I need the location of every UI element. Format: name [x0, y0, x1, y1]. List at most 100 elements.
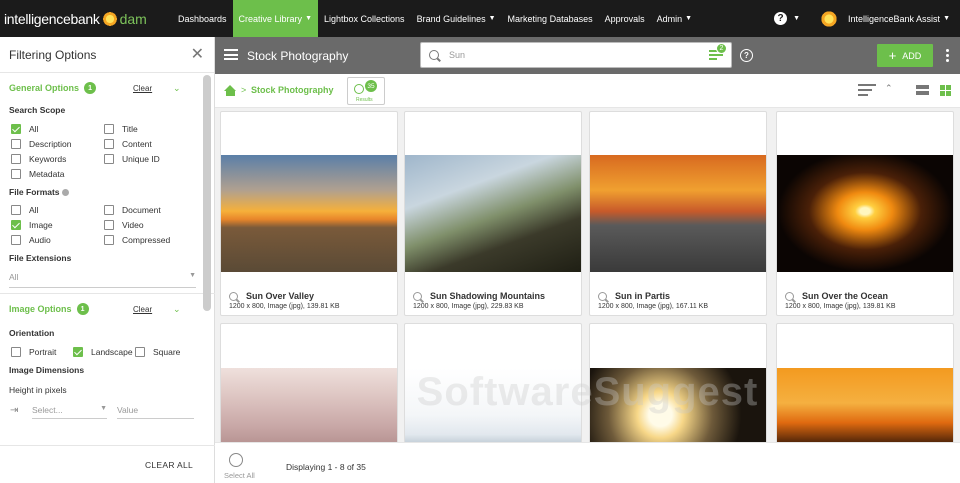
format-document-checkbox[interactable]: Document — [104, 204, 161, 215]
height-operator-select[interactable]: Select... ▼ — [32, 405, 107, 419]
clear-all-button[interactable]: CLEAR ALL — [145, 460, 193, 470]
add-label: ADD — [902, 50, 922, 61]
zoom-icon[interactable] — [413, 291, 422, 301]
sun-logo-icon — [98, 7, 121, 30]
scope-unique-id-checkbox[interactable]: Unique ID — [104, 153, 160, 164]
scope-title-checkbox[interactable]: Title — [104, 123, 138, 134]
select-all-radio[interactable] — [229, 453, 243, 467]
home-icon[interactable] — [224, 85, 237, 96]
more-vertical-icon[interactable] — [946, 49, 949, 63]
nav-right: ? ▼ IntelligenceBank Assist ▼ — [774, 0, 960, 37]
caret-down-icon: ▼ — [488, 15, 496, 22]
checkbox-icon — [104, 204, 114, 215]
help-icon[interactable]: ? — [774, 12, 788, 25]
search-results-icon — [354, 84, 364, 94]
asset-title-row: Sun in Partis — [598, 291, 670, 301]
grid-footer: Select All Displaying 1 - 8 of 35 — [215, 442, 960, 483]
filter-sidebar: Filtering Options ✕ General Options 1 Cl… — [0, 37, 215, 483]
scope-metadata-checkbox[interactable]: Metadata — [11, 168, 64, 179]
scope-row-3: Keywords Unique ID — [0, 151, 215, 166]
asset-card[interactable]: Sun Over the Ocean 1200 x 800, Image (jp… — [776, 111, 954, 316]
orientation-landscape-checkbox[interactable]: Landscape — [73, 346, 133, 357]
zoom-icon[interactable] — [598, 291, 607, 301]
scope-keywords-checkbox[interactable]: Keywords — [11, 153, 66, 164]
format-row-3: Audio Compressed — [0, 232, 215, 247]
sidebar-scrollbar[interactable] — [203, 75, 211, 311]
height-value-input[interactable]: Value — [117, 405, 194, 419]
nav-creative-library[interactable]: Creative Library ▼ — [232, 0, 318, 37]
chevron-up-icon[interactable]: ⌃ — [885, 83, 893, 94]
file-extensions-label: File Extensions — [9, 253, 72, 263]
asset-thumbnail[interactable] — [777, 155, 953, 272]
grid-view-icon[interactable] — [940, 85, 951, 96]
format-all-checkbox[interactable]: All — [11, 204, 38, 215]
scope-content-checkbox[interactable]: Content — [104, 138, 152, 149]
scope-description-checkbox[interactable]: Description — [11, 138, 72, 149]
checkbox-checked-icon — [11, 219, 21, 230]
add-button[interactable]: + ADD — [877, 44, 933, 67]
nav-approvals[interactable]: Approvals — [599, 0, 651, 37]
nav-lightbox-collections[interactable]: Lightbox Collections — [318, 0, 411, 37]
close-icon[interactable]: ✕ — [191, 46, 204, 63]
format-audio-checkbox[interactable]: Audio — [11, 234, 51, 245]
format-image-checkbox[interactable]: Image — [11, 219, 53, 230]
sidebar-header: Filtering Options ✕ — [0, 37, 214, 73]
nav-brand-guidelines[interactable]: Brand Guidelines ▼ — [411, 0, 502, 37]
asset-title[interactable]: Sun Shadowing Mountains — [430, 291, 545, 301]
nav-label: Brand Guidelines — [416, 13, 486, 24]
asset-card[interactable]: Sun Shadowing Mountains 1200 x 800, Imag… — [404, 111, 582, 316]
checkbox-icon — [135, 346, 145, 357]
sidebar-scroll-area[interactable]: General Options 1 Clear ⌄ Search Scope A… — [0, 73, 215, 445]
chevron-down-icon[interactable]: ⌄ — [173, 83, 181, 94]
scope-all-checkbox[interactable]: All — [11, 123, 38, 134]
user-name[interactable]: IntelligenceBank Assist — [848, 14, 940, 24]
checkbox-label: Description — [29, 138, 72, 149]
asset-title[interactable]: Sun Over Valley — [246, 291, 314, 301]
brand-word-2: dam — [119, 10, 147, 27]
breadcrumb-bar: > Stock Photography 35 Results ⌃ — [215, 74, 960, 108]
asset-title[interactable]: Sun Over the Ocean — [802, 291, 888, 301]
breadcrumb-current[interactable]: Stock Photography — [251, 85, 334, 95]
nav-admin[interactable]: Admin ▼ — [651, 0, 698, 37]
zoom-icon[interactable] — [785, 291, 794, 301]
file-extensions-select[interactable]: All ▼ — [9, 272, 196, 288]
asset-card[interactable]: Sun Over Valley 1200 x 800, Image (jpg),… — [220, 111, 398, 316]
search-results-button[interactable]: 35 Results — [347, 77, 385, 105]
nav-marketing-databases[interactable]: Marketing Databases — [502, 0, 599, 37]
checkbox-label: Portrait — [29, 346, 57, 357]
sort-icon[interactable] — [858, 84, 876, 98]
help-caret-down-icon[interactable]: ▼ — [793, 15, 800, 22]
orientation-row: Portrait Landscape Square — [0, 344, 215, 359]
asset-thumbnail[interactable] — [221, 155, 397, 272]
checkbox-label: Compressed — [122, 234, 171, 245]
asset-title[interactable]: Sun in Partis — [615, 291, 670, 301]
arrow-right-icon: ⇥ — [10, 405, 19, 416]
checkbox-label: Video — [122, 219, 144, 230]
nav-dashboards[interactable]: Dashboards — [172, 0, 233, 37]
brand-logo[interactable]: intelligencebank dam — [0, 0, 172, 37]
asset-thumbnail[interactable] — [405, 155, 581, 272]
help-circle-icon[interactable]: ? — [740, 49, 753, 62]
info-icon[interactable] — [61, 189, 69, 197]
orientation-portrait-checkbox[interactable]: Portrait — [11, 346, 57, 357]
select-all-label[interactable]: Select All — [224, 471, 255, 480]
general-clear-link[interactable]: Clear — [133, 84, 152, 93]
asset-thumbnail[interactable] — [590, 155, 766, 272]
general-options-header[interactable]: General Options 1 Clear ⌄ — [0, 73, 215, 103]
user-avatar[interactable] — [820, 9, 838, 28]
image-clear-link[interactable]: Clear — [133, 305, 152, 314]
zoom-icon[interactable] — [229, 291, 238, 301]
chevron-down-icon[interactable]: ⌄ — [173, 304, 181, 315]
search-input[interactable] — [449, 50, 699, 60]
height-label: Height in pixels — [9, 385, 67, 395]
format-compressed-checkbox[interactable]: Compressed — [104, 234, 171, 245]
checkbox-icon — [11, 153, 21, 164]
asset-title-row: Sun Shadowing Mountains — [413, 291, 545, 301]
image-options-header[interactable]: Image Options 1 Clear ⌄ — [0, 294, 215, 324]
list-view-icon[interactable] — [916, 85, 929, 96]
hamburger-menu-icon[interactable] — [224, 49, 238, 60]
orientation-square-checkbox[interactable]: Square — [135, 346, 180, 357]
format-video-checkbox[interactable]: Video — [104, 219, 144, 230]
asset-card[interactable]: Sun in Partis 1200 x 800, Image (jpg), 1… — [589, 111, 767, 316]
user-caret-down-icon[interactable]: ▼ — [943, 15, 950, 22]
